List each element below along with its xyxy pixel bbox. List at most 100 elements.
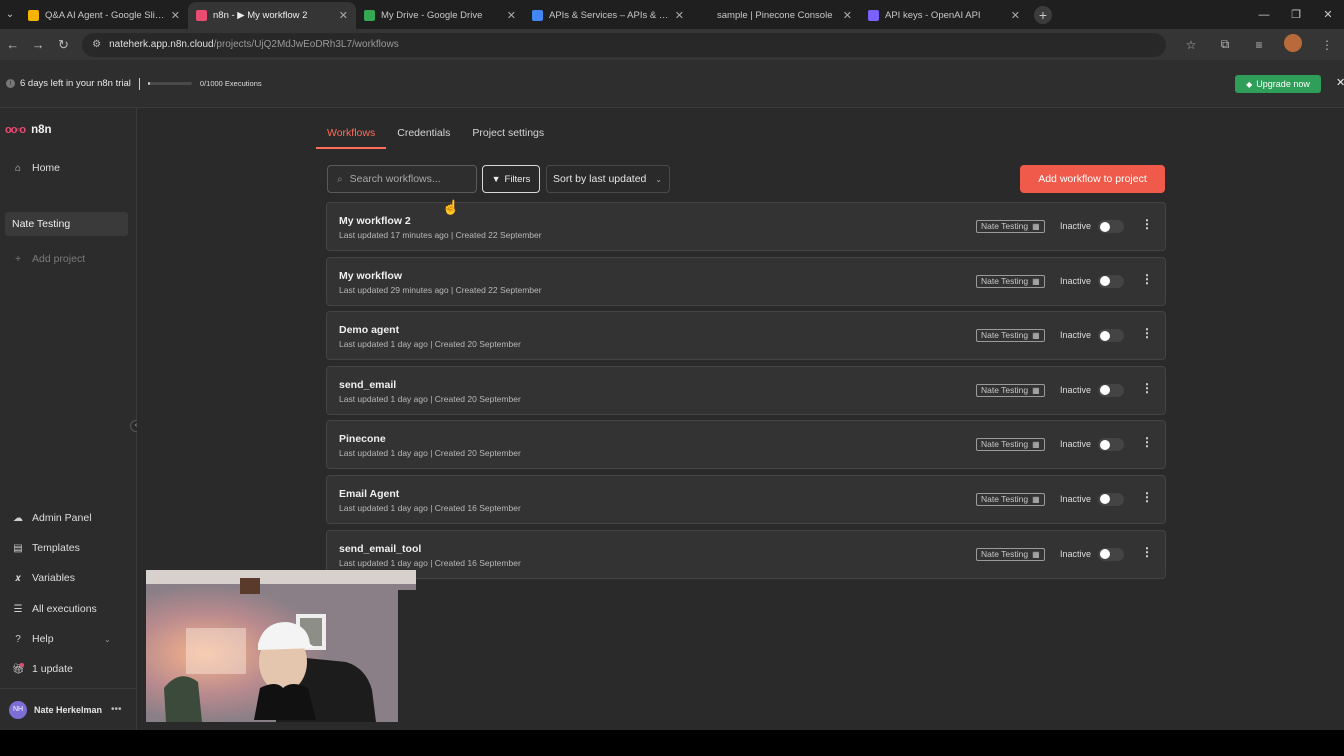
more-vertical-icon[interactable]: ⋮ (1141, 435, 1153, 449)
sidebar-item-update[interactable]: 🎁︎ 1 update (12, 662, 73, 675)
close-tab-icon[interactable]: ✕ (843, 9, 852, 22)
sidebar-item-variables[interactable]: 𝒙 Variables (12, 572, 75, 584)
project-badge-label: Nate Testing (981, 275, 1029, 286)
workflow-row[interactable]: My workflow Last updated 29 minutes ago |… (326, 256, 1166, 306)
browser-tab[interactable]: n8n - ▶ My workflow 2 ✕ (188, 2, 356, 29)
sidebar-item-templates[interactable]: ▤ Templates (12, 542, 80, 554)
url-field[interactable]: ⚙ nateherk.app.n8n.cloud/projects/UjQ2Md… (82, 32, 1166, 57)
sidebar-item-help[interactable]: ? Help (12, 633, 53, 645)
site-info-icon[interactable]: ⚙ (92, 39, 101, 50)
browser-tab[interactable]: API keys - OpenAI API ✕ (860, 2, 1028, 29)
more-vertical-icon[interactable]: ⋮ (1141, 326, 1153, 340)
favicon-icon (532, 10, 543, 21)
sort-label: Sort by last updated (553, 173, 647, 185)
close-tab-icon[interactable]: ✕ (507, 9, 516, 22)
project-badge: Nate Testing ▦ (976, 547, 1045, 561)
variable-icon: 𝒙 (14, 572, 22, 584)
active-toggle[interactable] (1098, 383, 1124, 397)
more-vertical-icon[interactable]: ⋮ (1141, 381, 1153, 395)
home-icon: ⌂ (14, 162, 22, 174)
search-input[interactable]: ⌕ Search workflows... (327, 165, 477, 193)
tab-credentials[interactable]: Credentials (397, 126, 450, 149)
workflow-row[interactable]: Pinecone Last updated 1 day ago | Created… (326, 420, 1166, 470)
profile-avatar[interactable] (1276, 34, 1310, 55)
sidebar-item-all-executions[interactable]: ☰ All executions (12, 603, 97, 615)
info-icon: i (6, 79, 15, 88)
bookmark-star-icon[interactable]: ☆ (1174, 38, 1208, 52)
more-vertical-icon[interactable]: ⋮ (1141, 272, 1153, 286)
favicon-icon (28, 10, 39, 21)
browser-tab[interactable]: APIs & Services – APIs & Servic ✕ (524, 2, 692, 29)
active-toggle[interactable] (1098, 220, 1124, 233)
project-badge-label: Nate Testing (981, 330, 1029, 341)
project-badge-label: Nate Testing (981, 439, 1029, 450)
close-tab-icon[interactable]: ✕ (1011, 9, 1020, 22)
user-name: Nate Herkelman (34, 704, 103, 715)
workflow-name[interactable]: My workflow (339, 270, 402, 282)
minimize-icon[interactable]: — (1248, 9, 1280, 21)
upgrade-button[interactable]: ◆ Upgrade now (1235, 75, 1321, 93)
workflow-meta: Last updated 1 day ago | Created 20 Sept… (339, 393, 521, 404)
workflow-name[interactable]: Pinecone (339, 433, 386, 445)
reload-icon[interactable]: ↻ (51, 37, 76, 53)
webcam-overlay (146, 570, 416, 722)
trial-text: 6 days left in your n8n trial (20, 78, 131, 89)
active-toggle[interactable] (1098, 274, 1124, 288)
workflow-name[interactable]: Demo agent (339, 324, 399, 336)
forward-icon[interactable]: → (25, 37, 50, 52)
browser-tab[interactable]: sample | Pinecone Console ✕ (692, 2, 860, 29)
mouse-cursor-icon: ☝ (442, 199, 460, 215)
project-badge: Nate Testing ▦ (976, 492, 1045, 506)
workflow-name[interactable]: My workflow 2 (339, 215, 411, 227)
add-workflow-button[interactable]: Add workflow to project (1020, 165, 1165, 193)
more-vertical-icon[interactable]: ⋮ (1141, 545, 1153, 559)
workflow-row[interactable]: send_email Last updated 1 day ago | Creat… (326, 365, 1166, 415)
more-horizontal-icon[interactable]: ••• (111, 704, 122, 715)
workflow-name[interactable]: send_email_tool (339, 543, 421, 555)
sidebar-item-label: 1 update (32, 663, 73, 675)
tab-workflows[interactable]: Workflows (316, 126, 387, 149)
executions-progress-fill (147, 82, 151, 85)
user-menu[interactable]: NH Nate Herkelman ••• (0, 688, 137, 730)
workflow-row[interactable]: send_email_tool Last updated 1 day ago | … (326, 529, 1166, 579)
n8n-logo-mark-icon: oo◦o (5, 124, 26, 136)
sidebar-item-home[interactable]: ⌂ Home (12, 162, 60, 174)
close-window-icon[interactable]: ✕ (1312, 8, 1344, 21)
new-tab-button[interactable]: + (1034, 6, 1052, 24)
workflow-name[interactable]: Email Agent (339, 488, 399, 500)
active-toggle[interactable] (1098, 547, 1124, 561)
active-toggle[interactable] (1098, 492, 1124, 506)
sort-select[interactable]: Sort by last updated ⌄ (546, 165, 670, 193)
close-tab-icon[interactable]: ✕ (339, 9, 348, 22)
workflow-name[interactable]: send_email (339, 379, 396, 391)
close-tab-icon[interactable]: ✕ (675, 9, 684, 22)
media-icon[interactable]: ≡ (1242, 38, 1276, 52)
restore-icon[interactable]: ❐ (1280, 8, 1312, 21)
back-icon[interactable]: ← (0, 37, 25, 52)
active-toggle[interactable] (1098, 329, 1124, 343)
active-toggle[interactable] (1098, 438, 1124, 452)
tab-project-settings[interactable]: Project settings (472, 126, 544, 149)
add-project-button[interactable]: + Add project (12, 253, 85, 265)
more-vertical-icon[interactable]: ⋮ (1141, 490, 1153, 504)
more-vertical-icon[interactable]: ⋮ (1141, 217, 1153, 231)
sidebar-project-nate-testing[interactable]: Nate Testing (5, 212, 128, 236)
browser-menu-icon[interactable]: ⋮ (1310, 38, 1344, 52)
status-label: Inactive (1060, 384, 1092, 395)
workflow-row[interactable]: Email Agent Last updated 1 day ago | Crea… (326, 474, 1166, 524)
workflow-row[interactable]: Demo agent Last updated 1 day ago | Creat… (326, 311, 1166, 361)
webcam-video-image (146, 570, 416, 722)
gift-icon: 🎁︎ (12, 662, 25, 675)
browser-tab[interactable]: Q&A AI Agent - Google Slides ✕ (20, 2, 188, 29)
tab-search-chevron-icon[interactable]: ⌄ (0, 0, 20, 29)
n8n-logo[interactable]: oo◦o n8n (5, 124, 52, 136)
sidebar-item-admin-panel[interactable]: ☁ Admin Panel (12, 512, 92, 524)
filters-button[interactable]: ▼ Filters (482, 165, 540, 193)
extensions-icon[interactable]: ⧉ (1208, 37, 1242, 52)
close-tab-icon[interactable]: ✕ (171, 9, 180, 22)
tab-label: API keys - OpenAI API (885, 10, 981, 21)
chevron-down-icon[interactable]: ⌄ (104, 635, 111, 644)
browser-tab[interactable]: My Drive - Google Drive ✕ (356, 2, 524, 29)
tab-label: My Drive - Google Drive (381, 10, 483, 21)
close-banner-icon[interactable]: ✕ (1336, 76, 1344, 89)
